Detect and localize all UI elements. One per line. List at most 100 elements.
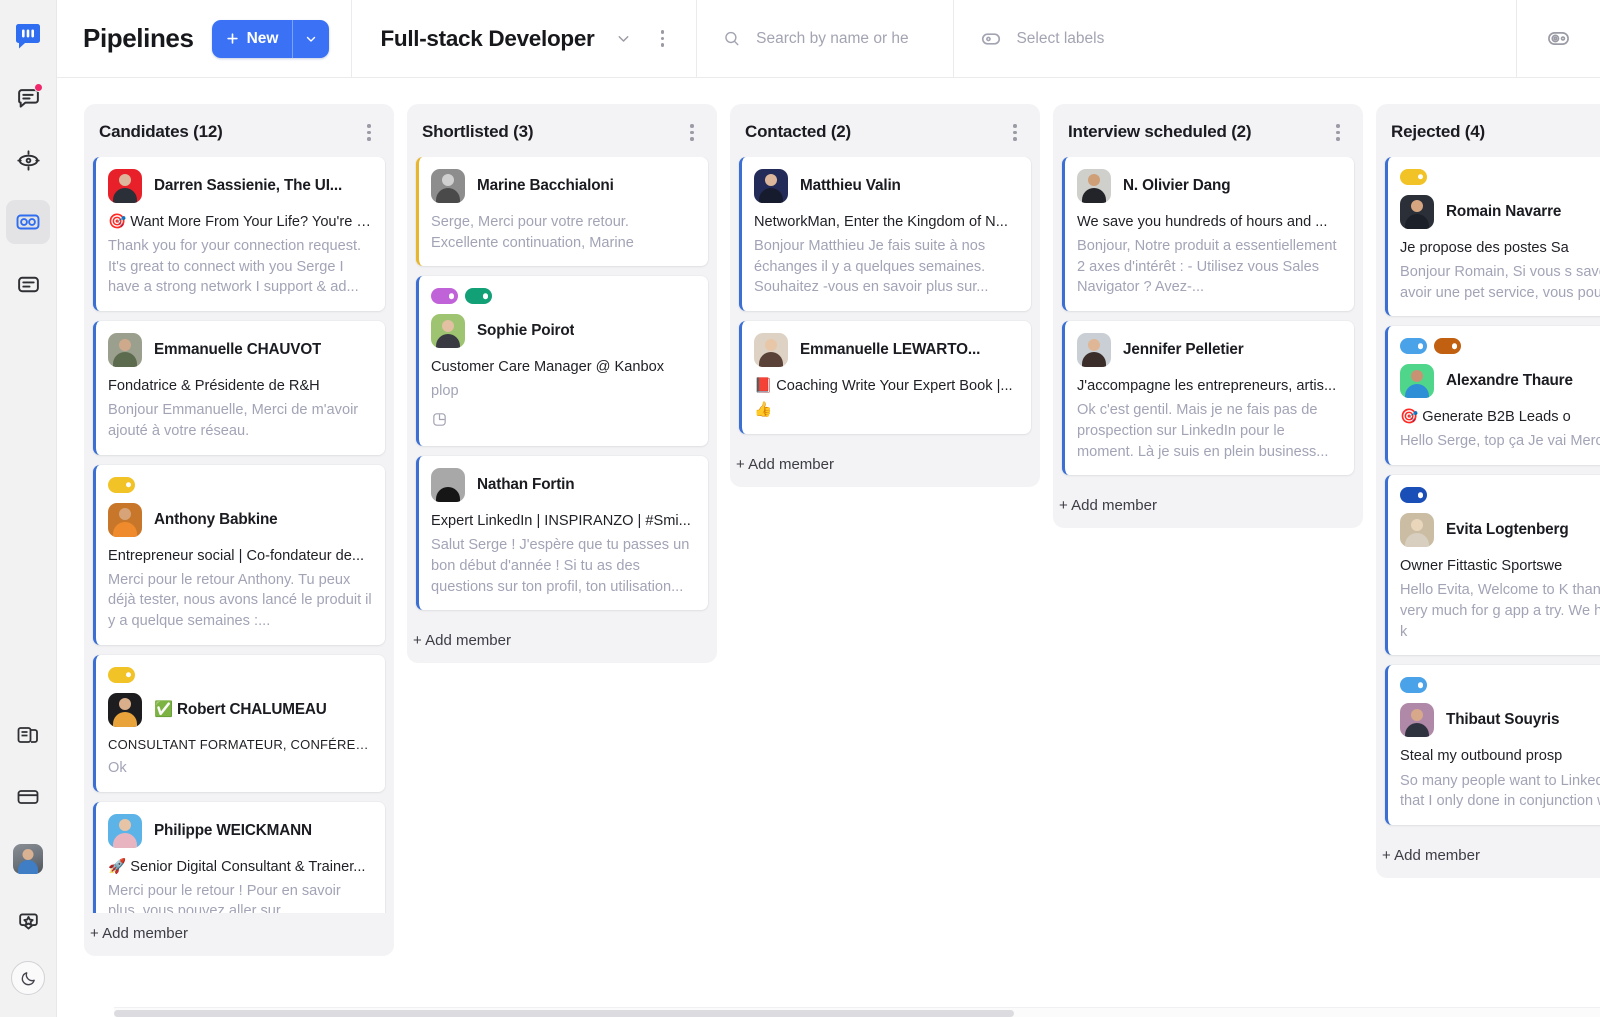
add-member-button[interactable]: + Add member	[1376, 835, 1600, 866]
candidate-card[interactable]: Romain Navarre Je propose des postes Sa Bo…	[1385, 156, 1600, 317]
board-dropdown-button[interactable]	[611, 26, 637, 52]
add-member-button[interactable]: + Add member	[84, 913, 394, 944]
candidate-card[interactable]: Jennifer Pelletier J'accompagne les entre…	[1062, 321, 1354, 476]
messages-icon[interactable]	[6, 76, 50, 120]
candidate-card[interactable]: Evita Logtenberg Owner Fittastic Sportswe…	[1385, 475, 1600, 656]
card-header: Alexandre Thaure	[1400, 364, 1600, 399]
candidate-name: Darren Sassienie, The UI...	[154, 176, 343, 194]
candidate-headline: 🎯 Want More From Your Life? You're I...	[108, 213, 372, 230]
candidate-headline: Steal my outbound prosp	[1400, 748, 1563, 765]
message-snippet: So many people want to LinkedIn posts th…	[1400, 772, 1600, 810]
candidate-name: ✅ Robert CHALUMEAU	[154, 701, 327, 719]
candidate-card[interactable]: Sophie Poirot Customer Care Manager @ Kan…	[416, 276, 708, 447]
label-pill[interactable]	[1400, 677, 1427, 694]
candidate-card[interactable]: Emmanuelle CHAUVOT Fondatrice & Président…	[93, 321, 385, 455]
column-card-list[interactable]: Matthieu Valin NetworkMan, Enter the King…	[730, 156, 1040, 444]
card-header: Matthieu Valin	[754, 168, 1018, 203]
notes-icon[interactable]	[6, 262, 50, 306]
column-card-list[interactable]: Marine Bacchialoni Serge, Merci pour votr…	[407, 156, 717, 621]
column-title: Rejected (4)	[1391, 122, 1485, 142]
column-menu-button[interactable]	[1005, 120, 1025, 145]
kanbox-logo-icon[interactable]	[10, 18, 46, 54]
avatar	[431, 314, 465, 349]
app-root: Pipelines New Full-stack Developer Searc…	[0, 0, 1600, 1017]
message-snippet: Bonjour Romain, Si vous s savoir plus, a…	[1400, 263, 1600, 301]
candidate-name: Sophie Poirot	[477, 322, 575, 340]
kebab-dot	[690, 130, 694, 135]
label-pill[interactable]	[1400, 487, 1427, 504]
card-header: Jennifer Pelletier	[1077, 333, 1341, 368]
label-pill[interactable]	[431, 288, 458, 305]
messages-badge	[34, 83, 43, 92]
library-icon[interactable]	[6, 713, 50, 757]
candidate-headline: 🎯 Generate B2B Leads o	[1400, 409, 1571, 426]
message-snippet: Bonjour Matthieu Je fais suite à nos éch…	[754, 237, 989, 296]
candidate-headline: 📕 Coaching Write Your Expert Book |...	[754, 378, 1013, 395]
add-member-button[interactable]: + Add member	[407, 620, 717, 651]
column-title: Contacted (2)	[745, 122, 852, 142]
card-labels	[431, 288, 695, 305]
label-pill[interactable]	[1434, 338, 1461, 355]
column-menu-button[interactable]	[1328, 120, 1348, 145]
user-avatar-icon[interactable]	[6, 837, 50, 881]
column-card-list[interactable]: Romain Navarre Je propose des postes Sa Bo…	[1376, 156, 1600, 835]
label-pill[interactable]	[108, 476, 135, 493]
label-pill[interactable]	[465, 288, 492, 305]
message-snippet: 👍	[754, 402, 773, 419]
column-header: Interview scheduled (2)	[1053, 104, 1363, 157]
candidate-card[interactable]: ✅ Robert CHALUMEAU CONSULTANT FORMATEUR, …	[93, 654, 385, 792]
candidate-card[interactable]: N. Olivier Dang We save you hundreds of h…	[1062, 156, 1354, 312]
candidate-card[interactable]: Alexandre Thaure 🎯 Generate B2B Leads o He…	[1385, 326, 1600, 466]
theme-toggle-button[interactable]	[11, 961, 45, 995]
kanban-column: Shortlisted (3) Marine Bacchialoni Serge, …	[407, 104, 717, 664]
candidate-headline: Customer Care Manager @ Kanbox	[431, 359, 665, 376]
card-header: Emmanuelle LEWARTO...	[754, 333, 1018, 368]
avatar	[108, 333, 142, 368]
labels-filter[interactable]: Select labels	[954, 0, 1516, 77]
search-input[interactable]	[756, 29, 934, 48]
label-pill[interactable]	[1400, 338, 1427, 355]
avatar	[1077, 168, 1111, 203]
label-pill[interactable]	[108, 666, 135, 683]
manage-labels-button[interactable]	[1546, 26, 1572, 52]
main-area: Pipelines New Full-stack Developer Searc…	[57, 0, 1600, 1017]
column-card-list[interactable]: N. Olivier Dang We save you hundreds of h…	[1053, 156, 1363, 486]
candidate-name: Jennifer Pelletier	[1123, 341, 1244, 359]
new-button-main[interactable]: New	[212, 19, 294, 58]
card-header: Darren Sassienie, The UI...	[108, 168, 372, 203]
add-member-button[interactable]: + Add member	[730, 444, 1040, 475]
candidate-headline: We save you hundreds of hours and ...	[1077, 213, 1328, 230]
sidebar-item-pipelines[interactable]	[6, 200, 50, 244]
label-pill[interactable]	[1400, 168, 1427, 185]
rewards-badge-icon[interactable]	[6, 899, 50, 943]
board-menu-button[interactable]	[653, 26, 673, 51]
candidate-card[interactable]: Marine Bacchialoni Serge, Merci pour votr…	[416, 156, 708, 267]
search-icon	[725, 31, 739, 46]
candidate-card[interactable]: Nathan Fortin Expert LinkedIn | INSPIRANZ…	[416, 456, 708, 611]
horizontal-scrollbar-thumb[interactable]	[114, 1010, 1014, 1017]
candidate-card[interactable]: Thibaut Souyris Steal my outbound prosp So…	[1385, 665, 1600, 826]
column-menu-button[interactable]	[359, 120, 379, 145]
card-labels	[108, 476, 372, 493]
top-bar: Pipelines New Full-stack Developer Searc…	[57, 0, 1600, 78]
message-snippet: Ok c'est gentil. Mais je ne fais pas de …	[1077, 402, 1329, 460]
candidate-card[interactable]: Philippe WEICKMANN 🚀 Senior Digital Consu…	[93, 801, 385, 913]
card-header: N. Olivier Dang	[1077, 168, 1341, 203]
column-menu-button[interactable]	[682, 120, 702, 145]
add-member-button[interactable]: + Add member	[1053, 485, 1363, 516]
candidate-name: Thibaut Souyris	[1446, 711, 1560, 729]
target-icon[interactable]	[6, 138, 50, 182]
candidate-card[interactable]: Emmanuelle LEWARTO... 📕 Coaching Write Yo…	[739, 321, 1031, 434]
new-button[interactable]: New	[211, 19, 330, 58]
billing-card-icon[interactable]	[6, 775, 50, 819]
candidate-card[interactable]: Anthony Babkine Entrepreneur social | Co-…	[93, 464, 385, 645]
kebab-dot	[1013, 124, 1017, 128]
column-card-list[interactable]: Darren Sassienie, The UI... 🎯 Want More F…	[84, 156, 394, 913]
candidate-card[interactable]: Darren Sassienie, The UI... 🎯 Want More F…	[93, 156, 385, 312]
card-labels	[1400, 487, 1600, 504]
new-button-dropdown[interactable]	[293, 20, 329, 58]
note-icon[interactable]	[431, 411, 448, 428]
card-labels	[1400, 338, 1600, 355]
horizontal-scrollbar[interactable]	[114, 1007, 1600, 1017]
candidate-card[interactable]: Matthieu Valin NetworkMan, Enter the King…	[739, 156, 1031, 312]
